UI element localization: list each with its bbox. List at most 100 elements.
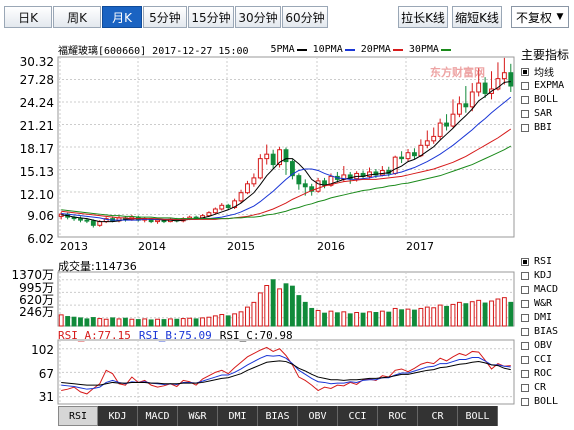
volume-bar bbox=[174, 318, 180, 327]
volume-bar bbox=[399, 309, 405, 327]
price-tick-label: 6.02 bbox=[27, 232, 54, 246]
indicator-label: MACD bbox=[534, 284, 559, 295]
indicator-option-cci[interactable]: CCI bbox=[521, 353, 558, 366]
indicator-option-cr[interactable]: CR bbox=[521, 381, 558, 394]
indicator-option-kdj[interactable]: KDJ bbox=[521, 269, 558, 282]
checkbox[interactable] bbox=[521, 397, 529, 406]
subtab-cci[interactable]: CCI bbox=[338, 406, 378, 426]
volume-bar bbox=[289, 285, 295, 327]
volume-bar bbox=[84, 318, 90, 327]
volume-bar bbox=[322, 312, 327, 327]
volume-bar bbox=[71, 316, 77, 327]
checkbox[interactable] bbox=[521, 95, 529, 104]
indicator-option-boll[interactable]: BOLL bbox=[521, 93, 569, 106]
candle-body bbox=[379, 169, 385, 176]
subtab-rsi[interactable]: RSI bbox=[58, 406, 98, 426]
indicator-label: SAR bbox=[534, 108, 553, 119]
indicator-option-macd[interactable]: MACD bbox=[521, 283, 558, 296]
checkbox[interactable] bbox=[521, 369, 529, 378]
indicator-option-sar[interactable]: SAR bbox=[521, 107, 569, 120]
price-tick-label: 24.24 bbox=[19, 96, 54, 110]
volume-bar bbox=[418, 307, 424, 327]
volume-bar bbox=[90, 317, 96, 327]
candle-body bbox=[476, 82, 482, 93]
checkbox[interactable] bbox=[521, 271, 529, 280]
checkbox[interactable] bbox=[521, 109, 529, 118]
volume-bar bbox=[302, 301, 308, 327]
indicator-option-wr[interactable]: W&R bbox=[521, 297, 558, 310]
indicator-option-dmi[interactable]: DMI bbox=[521, 311, 558, 324]
volume-bar bbox=[257, 292, 263, 327]
checkbox[interactable] bbox=[521, 123, 529, 132]
subtab-obv[interactable]: OBV bbox=[298, 406, 338, 426]
subtab-bias[interactable]: BIAS bbox=[258, 406, 298, 426]
candle-body bbox=[90, 220, 96, 226]
volume-bar bbox=[495, 298, 501, 327]
checkbox[interactable] bbox=[521, 285, 529, 294]
subtab-wr[interactable]: W&R bbox=[178, 406, 218, 426]
subtab-boll[interactable]: BOLL bbox=[458, 406, 498, 426]
indicator-option-bbi[interactable]: BBI bbox=[521, 121, 569, 134]
checkbox[interactable] bbox=[521, 67, 529, 76]
checkbox[interactable] bbox=[521, 383, 529, 392]
candle-body bbox=[431, 135, 437, 142]
subtab-roc[interactable]: ROC bbox=[378, 406, 418, 426]
volume-bar bbox=[264, 285, 270, 327]
indicator-option-obv[interactable]: OBV bbox=[521, 339, 558, 352]
indicator-option-expma[interactable]: EXPMA bbox=[521, 79, 569, 92]
checkbox[interactable] bbox=[521, 327, 529, 336]
volume-bar bbox=[360, 312, 366, 327]
volume-bar bbox=[270, 279, 276, 327]
volume-bar bbox=[328, 310, 334, 327]
subtab-dmi[interactable]: DMI bbox=[218, 406, 258, 426]
checkbox[interactable] bbox=[521, 257, 529, 266]
subtab-cr[interactable]: CR bbox=[418, 406, 458, 426]
volume-bar bbox=[193, 318, 199, 327]
volume-bar bbox=[206, 316, 212, 327]
rsi-a-value: RSI_A:77.15 bbox=[58, 329, 131, 342]
candle-body bbox=[444, 122, 449, 127]
volume-bar bbox=[463, 303, 469, 327]
volume-bar bbox=[482, 302, 488, 327]
candle-body bbox=[264, 153, 270, 160]
volume-bar bbox=[238, 311, 244, 327]
candle-body bbox=[78, 218, 83, 221]
indicator-label: RSI bbox=[534, 256, 553, 267]
indicator-option-bias[interactable]: BIAS bbox=[521, 325, 558, 338]
checkbox[interactable] bbox=[521, 313, 529, 322]
volume-bar bbox=[97, 318, 103, 327]
rsi-a-line bbox=[61, 346, 511, 395]
volume-bar bbox=[315, 309, 321, 327]
candle-body bbox=[302, 183, 308, 188]
checkbox[interactable] bbox=[521, 299, 529, 308]
volume-bar bbox=[489, 300, 494, 327]
rsi-tick-label: 102 bbox=[31, 343, 54, 357]
indicator-option-roc[interactable]: ROC bbox=[521, 367, 558, 380]
volume-bar bbox=[65, 316, 71, 327]
volume-bar bbox=[412, 309, 417, 327]
volume-bar bbox=[431, 307, 437, 327]
volume-bar bbox=[219, 314, 225, 327]
subtab-macd[interactable]: MACD bbox=[138, 406, 178, 426]
subtab-kdj[interactable]: KDJ bbox=[98, 406, 138, 426]
indicator-option-ma[interactable]: 均线 bbox=[521, 65, 569, 79]
volume-bar bbox=[58, 314, 64, 327]
price-chart[interactable] bbox=[0, 0, 574, 430]
indicator-option-boll2[interactable]: BOLL bbox=[521, 395, 558, 408]
candle-body bbox=[437, 122, 443, 137]
checkbox[interactable] bbox=[521, 81, 529, 90]
volume-bar bbox=[379, 310, 385, 327]
volume-bar bbox=[444, 305, 449, 327]
volume-bar bbox=[347, 313, 353, 327]
indicator-option-rsi[interactable]: RSI bbox=[521, 255, 558, 268]
checkbox[interactable] bbox=[521, 341, 529, 350]
volume-bar bbox=[424, 306, 430, 327]
volume-bar bbox=[437, 304, 443, 327]
volume-bar bbox=[116, 318, 122, 327]
rsi-tick-label: 31 bbox=[38, 390, 54, 404]
price-tick-label: 30.32 bbox=[19, 55, 54, 69]
price-tick-label: 27.28 bbox=[19, 73, 54, 87]
checkbox[interactable] bbox=[521, 355, 529, 364]
candle-body bbox=[225, 204, 231, 209]
indicators-title: 主要指标 bbox=[521, 48, 570, 62]
